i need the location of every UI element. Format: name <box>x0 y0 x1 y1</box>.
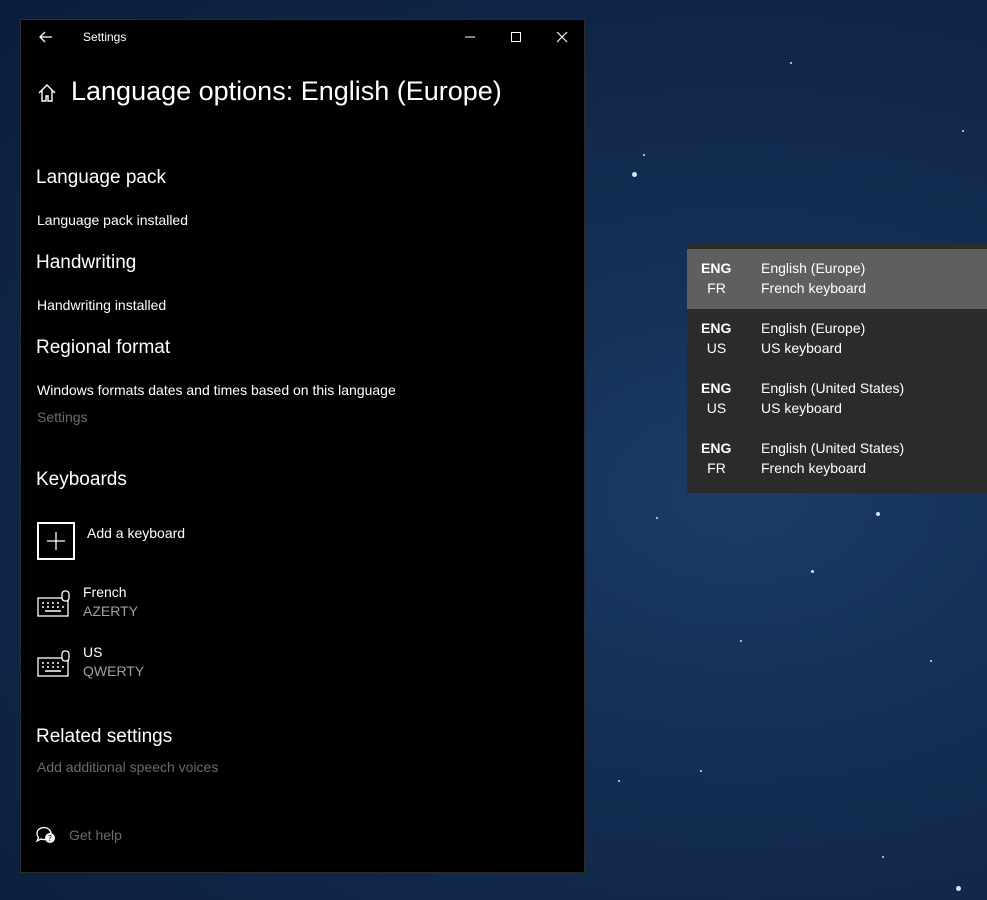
maximize-button[interactable] <box>493 22 539 52</box>
desktop-star <box>930 660 932 662</box>
input-option[interactable]: ENG FR English (United States) French ke… <box>687 429 987 489</box>
minimize-icon <box>465 36 475 38</box>
input-language-name: English (Europe) <box>761 320 866 336</box>
regional-format-description: Windows formats dates and times based on… <box>37 382 396 398</box>
minimize-button[interactable] <box>447 22 493 52</box>
regional-format-settings-link[interactable]: Settings <box>37 409 88 425</box>
input-lang-code: ENG <box>701 320 732 336</box>
input-keyboard-name: US keyboard <box>761 400 842 416</box>
input-option[interactable]: ENG US English (Europe) US keyboard <box>687 309 987 369</box>
keyboard-item-french[interactable]: French AZERTY <box>37 584 237 628</box>
input-lang-code: ENG <box>701 260 732 276</box>
desktop-star <box>956 886 961 891</box>
maximize-icon <box>511 32 521 42</box>
desktop-star <box>790 62 792 64</box>
input-switcher-flyout: ENG FR English (Europe) French keyboard … <box>687 244 987 493</box>
language-pack-status: Language pack installed <box>37 212 189 228</box>
input-lang-code: ENG <box>701 380 732 396</box>
desktop-star <box>962 130 964 132</box>
keyboard-name: French <box>83 584 127 600</box>
input-language-name: English (United States) <box>761 440 905 456</box>
handwriting-heading: Handwriting <box>36 252 137 273</box>
plus-icon <box>47 532 65 550</box>
related-settings-heading: Related settings <box>36 726 173 747</box>
input-option[interactable]: ENG US English (United States) US keyboa… <box>687 369 987 429</box>
desktop-star <box>740 640 742 642</box>
input-keyboard-name: French keyboard <box>761 280 867 296</box>
svg-text:?: ? <box>48 834 52 843</box>
input-region-code: US <box>706 340 727 356</box>
settings-window: Settings Language options: English (Euro… <box>20 19 585 873</box>
back-arrow-icon <box>39 31 52 43</box>
desktop-star <box>811 570 814 573</box>
keyboard-item-us[interactable]: US QWERTY <box>37 644 237 688</box>
keyboard-layout: QWERTY <box>83 663 145 679</box>
language-pack-heading: Language pack <box>36 167 166 188</box>
input-language-name: English (Europe) <box>761 260 866 276</box>
close-icon <box>556 31 568 43</box>
add-keyboard-label: Add a keyboard <box>87 525 186 541</box>
keyboard-icon <box>37 590 70 617</box>
input-keyboard-name: US keyboard <box>761 340 842 356</box>
window-title: Settings <box>83 30 127 44</box>
input-region-code: US <box>706 400 727 416</box>
regional-format-heading: Regional format <box>36 337 171 358</box>
keyboard-name: US <box>83 644 103 660</box>
get-help-label: Get help <box>69 827 122 843</box>
input-option[interactable]: ENG FR English (Europe) French keyboard <box>687 249 987 309</box>
speech-voices-link[interactable]: Add additional speech voices <box>37 759 218 775</box>
title-bar: Settings <box>21 20 584 54</box>
desktop-star <box>618 780 620 782</box>
help-chat-icon: ? <box>35 826 55 843</box>
input-keyboard-name: French keyboard <box>761 460 867 476</box>
input-lang-code: ENG <box>701 440 732 456</box>
desktop-star <box>700 770 702 772</box>
desktop-star <box>632 172 637 177</box>
back-button[interactable] <box>35 27 57 47</box>
input-language-name: English (United States) <box>761 380 905 396</box>
close-button[interactable] <box>539 22 585 52</box>
desktop-star <box>656 517 658 519</box>
keyboard-icon <box>37 650 70 677</box>
page-title: Language options: English (Europe) <box>71 76 502 106</box>
keyboard-layout: AZERTY <box>83 603 138 619</box>
desktop-star <box>882 856 884 858</box>
input-region-code: FR <box>707 460 726 476</box>
input-region-code: FR <box>707 280 726 296</box>
handwriting-status: Handwriting installed <box>37 297 167 313</box>
desktop-star <box>643 154 645 156</box>
desktop-star <box>876 512 880 516</box>
keyboards-heading: Keyboards <box>36 469 127 490</box>
home-icon[interactable] <box>36 82 58 104</box>
add-keyboard-box <box>37 522 75 560</box>
add-keyboard-button[interactable]: Add a keyboard <box>37 522 237 562</box>
